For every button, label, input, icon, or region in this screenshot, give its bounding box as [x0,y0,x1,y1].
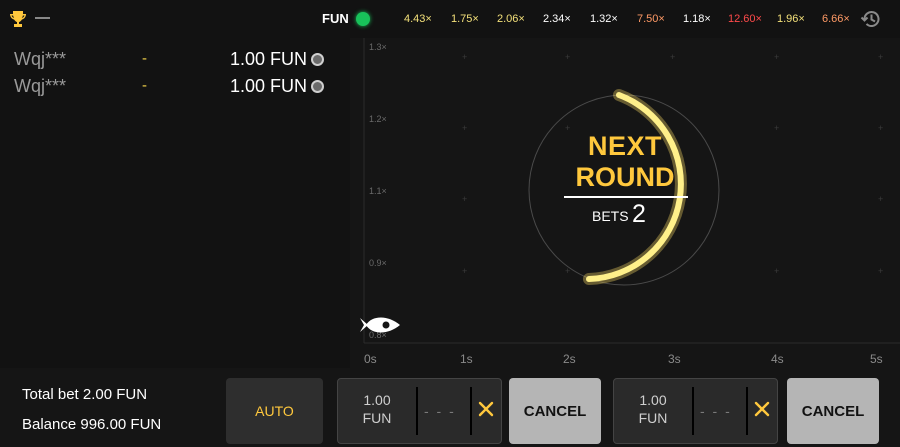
bet-multiplier: - [142,50,147,67]
next-round-title: NEXT [587,131,662,161]
close-icon[interactable] [476,399,496,419]
history-multiplier[interactable]: 2.34× [543,13,571,25]
bet-username: Wqj*** [14,76,67,96]
close-icon[interactable] [752,399,772,419]
svg-text:+: + [774,266,779,276]
svg-text:+: + [462,194,467,204]
bet-amount-input[interactable]: 1.00 FUN [338,391,416,427]
svg-text:+: + [774,123,779,133]
history-multiplier[interactable]: 4.43× [404,13,432,25]
bet-amount: 1.00 FUN [230,49,308,69]
trophy-value: — [35,9,50,26]
x-tick-label: 5s [870,352,883,366]
currency-label: FUN [322,11,349,26]
x-tick-label: 2s [563,352,576,366]
trophy-icon[interactable] [8,9,28,29]
coin-icon [311,53,324,66]
cancel-button[interactable]: CANCEL [509,378,601,444]
svg-text:+: + [774,52,779,62]
history-multiplier[interactable]: 12.60× [728,13,762,25]
auto-cashout-field[interactable]: - - - [424,403,456,419]
bet-amount-value: 1.00 [363,392,391,408]
bet-controls: Total bet 2.00 FUN Balance 996.00 FUN AU… [0,370,900,447]
svg-text:+: + [878,194,883,204]
svg-text:+: + [878,266,883,276]
list-item: Wqj*** - 1.00 FUN [0,44,350,72]
x-tick-label: 1s [460,352,473,366]
bets-count-value: 2 [632,200,646,228]
bets-count-label: BETS [592,208,629,224]
balance-text: Balance 996.00 FUN [22,416,162,433]
next-round-subtitle: ROUND [575,162,675,192]
bet-amount: 1.00 FUN [230,76,308,96]
bet-amount-input[interactable]: 1.00 FUN [614,391,692,427]
svg-text:+: + [670,52,675,62]
history-multiplier[interactable]: 6.66× [822,13,850,25]
auto-cashout-field[interactable]: - - - [700,403,732,419]
history-multiplier[interactable]: 2.06× [497,13,525,25]
rocket-icon [360,317,400,333]
cancel-button[interactable]: CANCEL [787,378,879,444]
svg-text:+: + [462,266,467,276]
history-multiplier[interactable]: 1.75× [451,13,479,25]
coin-icon [311,80,324,93]
x-tick-label: 4s [771,352,784,366]
y-tick-label: 0.9× [369,258,387,268]
divider [564,196,688,198]
top-bar: — FUN 4.43× 1.75× 2.06× 2.34× 1.32× 7.50… [0,0,900,38]
history-multiplier[interactable]: 1.96× [777,13,805,25]
crash-game-app: — FUN 4.43× 1.75× 2.06× 2.34× 1.32× 7.50… [0,0,900,447]
y-tick-label: 1.1× [369,186,387,196]
x-tick-label: 0s [364,352,377,366]
bets-list: Wqj*** - 1.00 FUN Wqj*** - 1.00 FUN [0,38,350,368]
svg-text:+: + [878,52,883,62]
total-bet-text: Total bet 2.00 FUN [22,386,148,403]
bet-username: Wqj*** [14,49,67,69]
history-multiplier[interactable]: 7.50× [637,13,665,25]
bet-amount-currency: FUN [638,410,668,426]
y-tick-label: 1.3× [369,42,387,52]
bet-multiplier: - [142,77,147,94]
auto-button[interactable]: AUTO [226,378,323,444]
divider [416,387,418,435]
svg-text:+: + [462,123,467,133]
history-icon[interactable] [860,8,882,30]
divider [470,387,472,435]
bet-amount-value: 1.00 [639,392,667,408]
svg-text:+: + [878,123,883,133]
bet-amount-currency: FUN [362,410,392,426]
history-multiplier[interactable]: 1.18× [683,13,711,25]
history-multiplier[interactable]: 1.32× [590,13,618,25]
online-status-icon [356,12,370,26]
bet-panel-1: 1.00 FUN - - - [337,378,502,444]
list-item: Wqj*** - 1.00 FUN [0,71,350,99]
divider [692,387,694,435]
x-tick-label: 3s [668,352,681,366]
y-tick-label: 1.2× [369,114,387,124]
svg-text:+: + [565,52,570,62]
bet-panel-2: 1.00 FUN - - - [613,378,778,444]
svg-text:+: + [462,52,467,62]
divider [746,387,748,435]
